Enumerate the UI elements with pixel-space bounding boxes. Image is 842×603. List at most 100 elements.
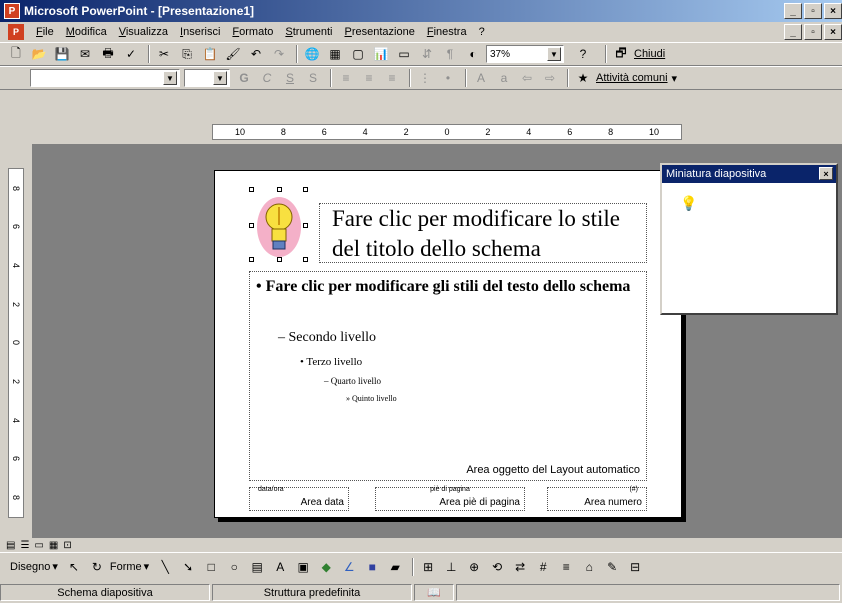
hyperlink-icon[interactable]: 🌐 — [302, 45, 322, 63]
font-color-icon[interactable]: ■ — [362, 558, 382, 576]
clipart-icon[interactable]: ▣ — [293, 558, 313, 576]
new-slide-icon[interactable]: ▭ — [394, 45, 414, 63]
pencil-icon[interactable]: ✎ — [602, 558, 622, 576]
line-color-icon[interactable]: ∠ — [339, 558, 359, 576]
resize-handle[interactable] — [303, 257, 308, 262]
rectangle-icon[interactable]: □ — [201, 558, 221, 576]
copy-icon[interactable]: ⎘ — [177, 45, 197, 63]
minimize-button[interactable]: _ — [784, 3, 802, 19]
diagram-icon[interactable]: ⊞ — [418, 558, 438, 576]
doc-close-button[interactable]: × — [824, 24, 842, 40]
decrease-font-icon[interactable]: a — [494, 69, 514, 87]
slide-view-icon[interactable]: ▭ — [34, 540, 43, 551]
undo-icon[interactable]: ↶ — [246, 45, 266, 63]
sorter-view-icon[interactable]: ▦ — [49, 540, 58, 551]
close-master-icon[interactable]: 🗗 — [611, 45, 631, 63]
slide-miniature-panel[interactable]: Miniatura diapositiva × 💡 — [660, 163, 838, 315]
tables-borders-icon[interactable]: ▢ — [348, 45, 368, 63]
underline-icon[interactable]: S — [280, 69, 300, 87]
doc-minimize-button[interactable]: _ — [784, 24, 802, 40]
animation-star-icon[interactable]: ★ — [573, 69, 593, 87]
chevron-down-icon[interactable]: ▾ — [672, 72, 678, 85]
font-size-select[interactable]: ▼ — [184, 69, 230, 87]
promote-icon[interactable]: ⇦ — [517, 69, 537, 87]
slide-master[interactable]: Fare clic per modificare lo stile del ti… — [214, 170, 682, 518]
close-button[interactable]: × — [824, 3, 842, 19]
align-left-icon[interactable]: ≡ — [336, 69, 356, 87]
more-tools-icon[interactable]: ⊟ — [625, 558, 645, 576]
distribute-icon[interactable]: ⊕ — [464, 558, 484, 576]
save-icon[interactable]: 💾 — [52, 45, 72, 63]
italic-icon[interactable]: C — [257, 69, 277, 87]
miniature-title-bar[interactable]: Miniatura diapositiva × — [662, 165, 836, 183]
flip-icon[interactable]: ⇄ — [510, 558, 530, 576]
oval-icon[interactable]: ○ — [224, 558, 244, 576]
fill-color-icon[interactable]: ◆ — [316, 558, 336, 576]
maximize-button[interactable]: ▫ — [804, 3, 822, 19]
document-icon[interactable]: P — [8, 24, 24, 40]
chevron-down-icon[interactable]: ▼ — [213, 71, 227, 85]
powerpoint-icon[interactable]: P — [4, 3, 20, 19]
free-rotate-icon[interactable]: ↻ — [87, 558, 107, 576]
draw-menu-button[interactable]: Disegno — [10, 561, 50, 573]
date-placeholder[interactable]: data/ora Area data — [249, 486, 349, 511]
normal-view-icon[interactable]: ▤ — [6, 540, 15, 551]
grayscale-icon[interactable]: ◐ — [463, 45, 483, 63]
print-icon[interactable]: 🖶 — [98, 45, 118, 63]
show-formatting-icon[interactable]: ¶ — [440, 45, 460, 63]
demote-icon[interactable]: ⇨ — [540, 69, 560, 87]
menu-inserisci[interactable]: Inserisci — [174, 26, 226, 38]
doc-restore-button[interactable]: ▫ — [804, 24, 822, 40]
outline-view-icon[interactable]: ☰ — [20, 540, 29, 551]
resize-handle[interactable] — [249, 223, 254, 228]
lightbulb-icon[interactable] — [253, 193, 305, 259]
vertical-ruler[interactable]: 8 6 4 2 0 2 4 6 8 — [8, 168, 24, 518]
align-right-icon[interactable]: ≡ — [382, 69, 402, 87]
chevron-down-icon[interactable]: ▾ — [52, 560, 58, 573]
miniature-close-button[interactable]: × — [819, 167, 833, 180]
cut-icon[interactable]: ✂ — [154, 45, 174, 63]
wordart-icon[interactable]: A — [270, 558, 290, 576]
expand-icon[interactable]: ⇵ — [417, 45, 437, 63]
numbering-icon[interactable]: ⋮ — [415, 69, 435, 87]
chevron-down-icon[interactable]: ▼ — [163, 71, 177, 85]
body-placeholder[interactable]: • Fare clic per modificare gli stili del… — [249, 271, 647, 481]
menu-file[interactable]: File — [30, 26, 60, 38]
chevron-down-icon[interactable]: ▼ — [547, 47, 561, 61]
format-painter-icon[interactable]: 🖌 — [223, 45, 243, 63]
shadow-style-icon[interactable]: ▰ — [385, 558, 405, 576]
equal-icon[interactable]: ≡ — [556, 558, 576, 576]
menu-modifica[interactable]: Modifica — [60, 26, 113, 38]
number-placeholder[interactable]: (#) Area numero — [547, 486, 647, 511]
common-tasks-button[interactable]: Attività comuni — [596, 72, 668, 84]
slideshow-view-icon[interactable]: ⊡ — [63, 540, 71, 551]
menu-presentazione[interactable]: Presentazione — [338, 26, 420, 38]
open-icon[interactable]: 📂 — [29, 45, 49, 63]
menu-strumenti[interactable]: Strumenti — [279, 26, 338, 38]
close-master-button[interactable]: Chiudi — [634, 48, 665, 60]
arrow-icon[interactable]: ➘ — [178, 558, 198, 576]
select-arrow-icon[interactable]: ↖ — [64, 558, 84, 576]
bullets-icon[interactable]: • — [438, 69, 458, 87]
rotate-icon[interactable]: ⟲ — [487, 558, 507, 576]
resize-handle[interactable] — [249, 257, 254, 262]
resize-handle[interactable] — [277, 187, 282, 192]
footer-placeholder[interactable]: piè di pagina Area piè di pagina — [375, 486, 525, 511]
font-name-select[interactable]: ▼ — [30, 69, 180, 87]
align-center-icon[interactable]: ≡ — [359, 69, 379, 87]
spellcheck-status-icon[interactable]: 📖 — [414, 584, 454, 601]
horizontal-ruler[interactable]: 10 8 6 4 2 0 2 4 6 8 10 — [212, 124, 682, 140]
grid-icon[interactable]: # — [533, 558, 553, 576]
resize-handle[interactable] — [303, 223, 308, 228]
new-icon[interactable]: 🗋 — [6, 45, 26, 63]
paste-icon[interactable]: 📋 — [200, 45, 220, 63]
email-icon[interactable]: ✉ — [75, 45, 95, 63]
menu-formato[interactable]: Formato — [226, 26, 279, 38]
shadow-icon[interactable]: S — [303, 69, 323, 87]
zoom-select[interactable]: 37% ▼ — [486, 45, 564, 63]
help-button[interactable]: ? — [568, 45, 598, 63]
spelling-icon[interactable]: ✓ — [121, 45, 141, 63]
title-placeholder[interactable]: Fare clic per modificare lo stile del ti… — [319, 203, 647, 263]
chart-icon[interactable]: 📊 — [371, 45, 391, 63]
textbox-icon[interactable]: ▤ — [247, 558, 267, 576]
